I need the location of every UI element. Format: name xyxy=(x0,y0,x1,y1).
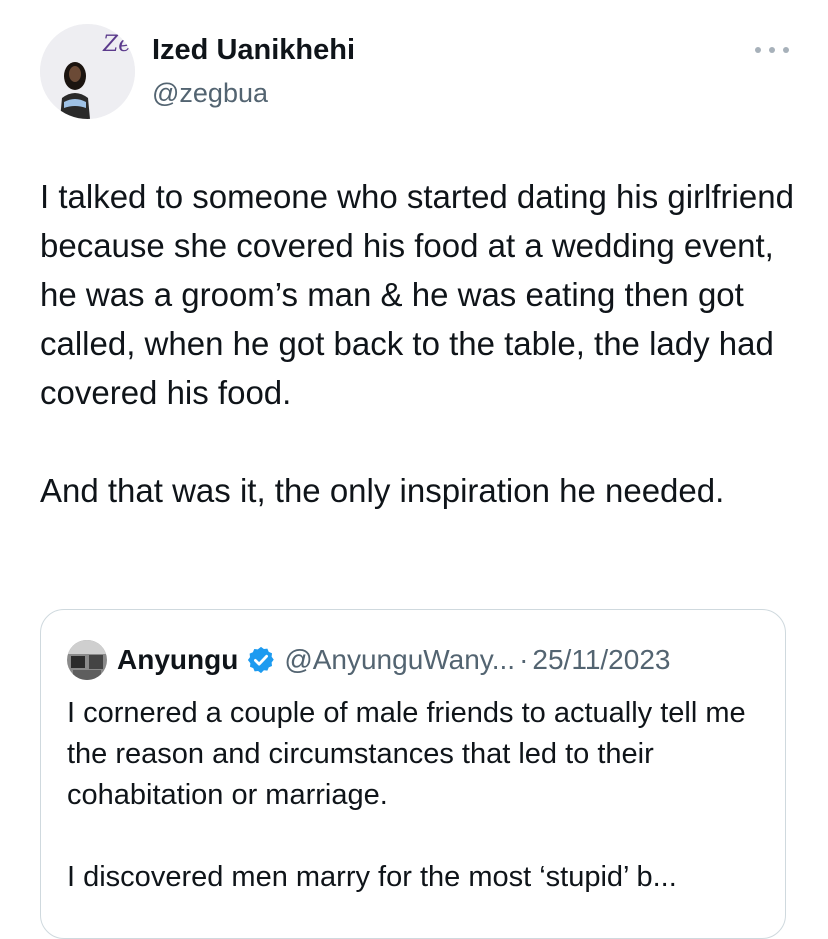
tweet-paragraph: And that was it, the only inspiration he… xyxy=(40,472,725,509)
author-display-name[interactable]: Ized Uanikhehi xyxy=(152,34,355,67)
quoted-tweet-date[interactable]: 25/11/2023 xyxy=(532,644,670,676)
quoted-paragraph: I discovered men marry for the most ‘stu… xyxy=(67,861,677,893)
quoted-tweet-text: I cornered a couple of male friends to a… xyxy=(67,693,767,898)
more-dot xyxy=(783,47,789,53)
quoted-paragraph: I cornered a couple of male friends to a… xyxy=(67,697,746,811)
quoted-author-name[interactable]: Anyungu xyxy=(117,644,238,676)
avatar-logo-mark: Zedi xyxy=(102,32,135,57)
tweet-author-avatar[interactable]: Zedi xyxy=(40,24,135,119)
more-options-icon[interactable] xyxy=(755,40,789,60)
meta-separator: · xyxy=(519,644,529,675)
more-dot xyxy=(769,47,775,53)
tweet-paragraph: I talked to someone who started dating h… xyxy=(40,178,794,411)
quoted-avatar-photo xyxy=(67,640,107,680)
quoted-tweet-card[interactable]: Anyungu @AnyunguWany... · 25/11/2023 I c… xyxy=(40,609,786,939)
author-handle[interactable]: @zegbua xyxy=(152,78,268,109)
verified-badge-icon xyxy=(246,645,276,675)
tweet-text: I talked to someone who started dating h… xyxy=(40,172,800,515)
more-dot xyxy=(755,47,761,53)
quoted-author-handle[interactable]: @AnyunguWany... xyxy=(284,644,515,676)
quoted-author-avatar[interactable] xyxy=(67,640,107,680)
avatar-photo: Zedi xyxy=(40,24,135,119)
quoted-tweet-header: Anyungu @AnyunguWany... · 25/11/2023 xyxy=(67,640,670,680)
